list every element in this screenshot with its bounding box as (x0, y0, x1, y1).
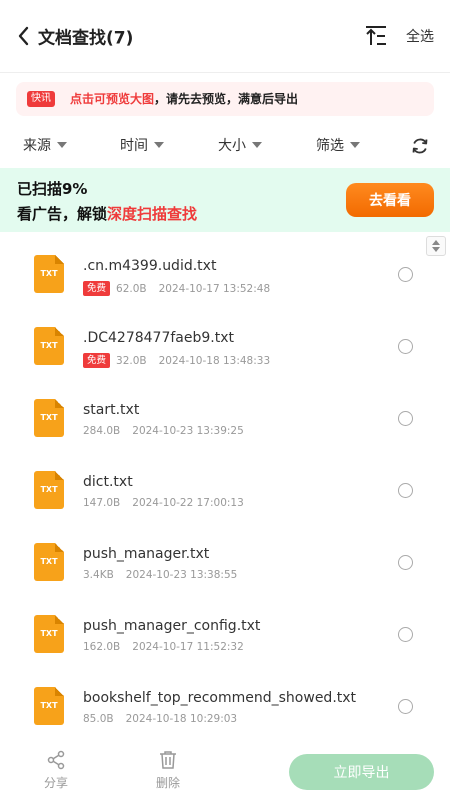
file-date: 2024-10-18 13:48:33 (158, 354, 271, 367)
file-list: TXT .cn.m4399.udid.txt 免费 62.0B 2024-10-17… (0, 238, 450, 738)
filter-more[interactable]: 筛选 (316, 126, 360, 166)
select-radio[interactable] (398, 411, 413, 426)
file-name: push_manager_config.txt (83, 618, 261, 634)
select-radio[interactable] (398, 267, 413, 282)
file-size: 147.0B (83, 497, 121, 509)
header-bar: 文档查找(7) 全选 (0, 0, 450, 72)
txt-file-icon: TXT (34, 615, 64, 653)
file-row[interactable]: TXT bookshelf_top_recommend_showed.txt 8… (0, 670, 450, 738)
share-icon (47, 750, 65, 770)
dropdown-triangle-icon (57, 142, 67, 148)
file-meta: 147.0B 2024-10-22 17:00:13 (83, 497, 244, 509)
share-button[interactable]: 分享 (36, 750, 76, 791)
txt-file-icon: TXT (34, 327, 64, 365)
scan-banner: 已扫描9% 看广告，解锁深度扫描查找 去看看 (0, 168, 450, 232)
file-size: 32.0B (116, 354, 147, 367)
file-date: 2024-10-22 17:00:13 (132, 497, 244, 509)
file-date: 2024-10-23 13:38:55 (125, 569, 238, 581)
file-meta: 免费 32.0B 2024-10-18 13:48:33 (83, 353, 270, 368)
file-name: dict.txt (83, 474, 133, 490)
file-meta: 3.4KB 2024-10-23 13:38:55 (83, 569, 237, 581)
filter-time-label: 时间 (120, 138, 148, 154)
file-name: push_manager.txt (83, 546, 210, 562)
file-size: 85.0B (83, 713, 114, 725)
deep-scan-ad-text: 看广告，解锁深度扫描查找 (17, 203, 197, 224)
file-name: .DC4278477faeb9.txt (83, 330, 234, 346)
filter-time[interactable]: 时间 (120, 126, 164, 166)
file-name: .cn.m4399.udid.txt (83, 258, 217, 274)
file-size: 3.4KB (83, 569, 114, 581)
select-radio[interactable] (398, 483, 413, 498)
scan-progress-text: 已扫描9% (17, 180, 88, 198)
delete-button[interactable]: 删除 (148, 750, 188, 791)
file-row[interactable]: TXT .DC4278477faeb9.txt 免费 32.0B 2024-10-1… (0, 310, 450, 382)
notice-bar[interactable]: 快讯 点击可预览大图，请先去预览，满意后导出 (16, 82, 434, 116)
file-size: 162.0B (83, 641, 121, 653)
select-radio[interactable] (398, 627, 413, 642)
notice-body: ，请先去预览，满意后导出 (154, 92, 299, 106)
refresh-icon[interactable] (411, 137, 429, 155)
file-meta: 85.0B 2024-10-18 10:29:03 (83, 713, 237, 725)
filter-source[interactable]: 来源 (23, 126, 67, 166)
file-size: 62.0B (116, 282, 147, 295)
export-button[interactable]: 立即导出 (289, 754, 434, 790)
file-row[interactable]: TXT start.txt 284.0B 2024-10-23 13:39:25 (0, 382, 450, 454)
file-size: 284.0B (83, 425, 121, 437)
dropdown-triangle-icon (350, 142, 360, 148)
filter-more-label: 筛选 (316, 138, 344, 154)
dropdown-triangle-icon (252, 142, 262, 148)
filter-bar: 来源 时间 大小 筛选 (0, 126, 450, 166)
select-radio[interactable] (398, 339, 413, 354)
txt-file-icon: TXT (34, 543, 64, 581)
file-meta: 免费 62.0B 2024-10-17 13:52:48 (83, 281, 270, 296)
file-name: bookshelf_top_recommend_showed.txt (83, 690, 357, 706)
file-meta: 162.0B 2024-10-17 11:52:32 (83, 641, 244, 653)
file-meta: 284.0B 2024-10-23 13:39:25 (83, 425, 244, 437)
file-name: start.txt (83, 402, 140, 418)
select-radio[interactable] (398, 699, 413, 714)
file-row[interactable]: TXT dict.txt 147.0B 2024-10-22 17:00:13 (0, 454, 450, 526)
watch-ad-button[interactable]: 去看看 (346, 183, 434, 217)
free-badge: 免费 (83, 281, 111, 296)
file-date: 2024-10-23 13:39:25 (132, 425, 244, 437)
dropdown-triangle-icon (154, 142, 164, 148)
file-date: 2024-10-18 10:29:03 (125, 713, 238, 725)
filter-size[interactable]: 大小 (218, 126, 262, 166)
select-all-button[interactable]: 全选 (406, 26, 434, 46)
file-date: 2024-10-17 11:52:32 (132, 641, 244, 653)
bottom-toolbar: 分享 删除 立即导出 (0, 744, 450, 800)
file-row[interactable]: TXT push_manager.txt 3.4KB 2024-10-23 13:… (0, 526, 450, 598)
file-row[interactable]: TXT .cn.m4399.udid.txt 免费 62.0B 2024-10-17… (0, 238, 450, 310)
select-radio[interactable] (398, 555, 413, 570)
file-row[interactable]: TXT push_manager_config.txt 162.0B 2024-1… (0, 598, 450, 670)
txt-file-icon: TXT (34, 255, 64, 293)
trash-icon (160, 751, 176, 769)
back-arrow-icon[interactable] (14, 24, 34, 48)
txt-file-icon: TXT (34, 471, 64, 509)
txt-file-icon: TXT (34, 687, 64, 725)
share-label: 分享 (43, 776, 68, 790)
page-title: 文档查找(7) (38, 28, 134, 49)
notice-tag: 快讯 (27, 91, 55, 107)
file-date: 2024-10-17 13:52:48 (158, 282, 271, 295)
delete-label: 删除 (155, 776, 180, 790)
filter-size-label: 大小 (218, 138, 246, 154)
ad-highlight: 深度扫描查找 (107, 205, 198, 223)
ad-prefix: 看广告，解锁 (17, 205, 108, 223)
header-divider (0, 72, 450, 73)
filter-source-label: 来源 (23, 138, 51, 154)
txt-file-icon: TXT (34, 399, 64, 437)
sort-icon[interactable] (364, 25, 388, 47)
notice-text: 点击可预览大图，请先去预览，满意后导出 (70, 90, 298, 108)
notice-highlight: 点击可预览大图 (70, 92, 155, 106)
free-badge: 免费 (83, 353, 111, 368)
